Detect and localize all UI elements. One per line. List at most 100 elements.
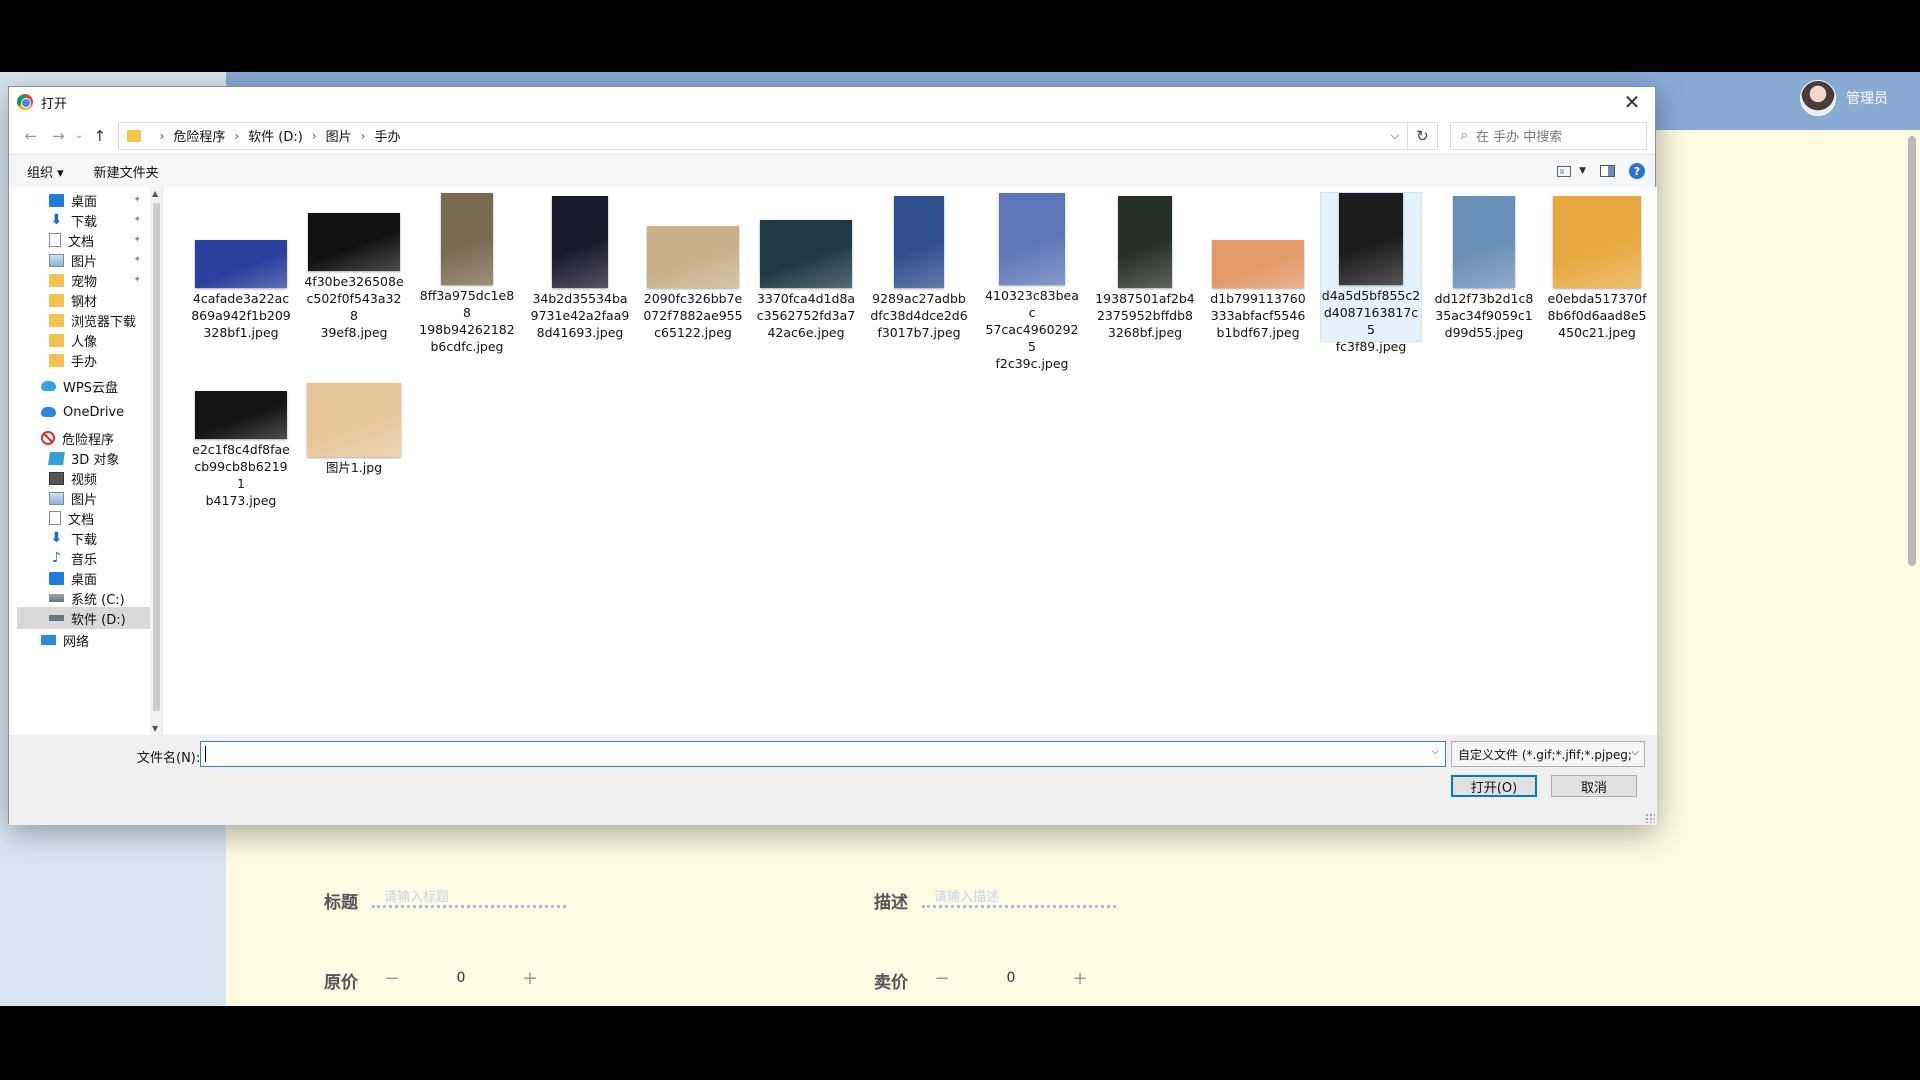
decrement-button[interactable]: −: [378, 968, 406, 989]
file-list: 4cafade3a22ac 869a942f1b209 328bf1.jpeg 4f3…: [173, 187, 1657, 735]
address-dropdown-icon[interactable]: ⌵: [1391, 129, 1399, 143]
organize-menu[interactable]: 组织 ▾: [27, 162, 64, 181]
user-name[interactable]: 管理员: [1846, 88, 1888, 108]
sidebar-item-1[interactable]: 桌面 ✦: [17, 189, 147, 211]
recent-locations-button[interactable]: ⌄: [72, 130, 86, 141]
sidebar-item-label: 图片: [71, 492, 98, 508]
file-item[interactable]: d4a5d5bf855c2 d4087163817c5 fc3f89.jpeg: [1320, 192, 1422, 354]
up-button[interactable]: ↑: [86, 127, 114, 145]
scroll-up-icon[interactable]: ▲: [152, 189, 158, 198]
sale-price-stepper[interactable]: − 0 +: [928, 964, 1094, 992]
sidebar-item-14[interactable]: 视频: [17, 467, 147, 489]
file-thumbnail-frame: [1097, 193, 1193, 288]
original-price-value[interactable]: 0: [406, 970, 516, 986]
sidebar-item-16[interactable]: 文档: [17, 507, 147, 529]
breadcrumb-item[interactable]: 手办: [374, 126, 400, 145]
breadcrumb-item[interactable]: 危险程序: [173, 126, 225, 145]
help-icon[interactable]: ?: [1629, 163, 1645, 179]
file-name-line: 328bf1.jpeg: [203, 325, 279, 340]
file-item[interactable]: 4f30be326508e c502f0f543a328 39ef8.jpeg: [304, 193, 404, 341]
sidebar-item-19[interactable]: 桌面: [17, 567, 147, 589]
breadcrumb-separator[interactable]: ›: [234, 129, 239, 143]
sidebar-item-13[interactable]: 3D 对象: [17, 447, 147, 469]
file-item[interactable]: 图片1.jpg: [304, 361, 404, 509]
sidebar-item-4[interactable]: 图片 ✦: [17, 249, 147, 271]
user-menu[interactable]: 管理员: [1800, 80, 1888, 116]
navigation-scrollbar[interactable]: ▲ ▼: [150, 187, 162, 735]
preview-pane-icon[interactable]: [1600, 165, 1615, 177]
file-name-line: 333abfacf5546: [1210, 308, 1306, 323]
forward-button[interactable]: →: [45, 127, 73, 145]
file-name-line: b6cdfc.jpeg: [430, 339, 504, 354]
file-item[interactable]: 19387501af2b4 2375952bffdb8 3268bf.jpeg: [1095, 193, 1195, 341]
sidebar-item-8[interactable]: 人像: [17, 329, 147, 351]
scroll-down-icon[interactable]: ▼: [152, 724, 158, 733]
avatar[interactable]: [1800, 80, 1836, 116]
breadcrumb-separator[interactable]: ›: [361, 129, 366, 143]
sidebar-item-label: 图片: [71, 254, 98, 270]
sidebar-item-3[interactable]: 文档 ✦: [17, 229, 147, 251]
change-view-button[interactable]: ▼: [1557, 165, 1586, 177]
file-item[interactable]: d1b799113760 333abfacf5546 b1bdf67.jpeg: [1208, 193, 1308, 341]
sidebar-item-18[interactable]: ♪ 音乐: [17, 547, 147, 569]
original-price-stepper[interactable]: − 0 +: [378, 964, 544, 992]
search-input[interactable]: ⌕ 在 手办 中搜索: [1449, 121, 1647, 150]
file-item[interactable]: 410323c83beac 57cac49602925 f2c39c.jpeg: [982, 193, 1082, 371]
file-thumbnail: [552, 196, 608, 288]
dialog-titlebar[interactable]: 打开 ✕: [9, 87, 1655, 117]
description-input[interactable]: 请输入描述: [922, 882, 1116, 908]
file-item[interactable]: dd12f73b2d1c8 35ac34f9059c1 d99d55.jpeg: [1434, 193, 1534, 341]
sidebar-item-12[interactable]: 危险程序: [17, 427, 147, 449]
file-item[interactable]: 34b2d35534ba 9731e42a2faa9 8d41693.jpeg: [530, 193, 630, 341]
address-bar[interactable]: › 危险程序 › 软件 (D:) › 图片 › 手办 ⌵: [117, 121, 1409, 150]
sidebar-item-21[interactable]: 软件 (D:): [17, 607, 155, 629]
breadcrumb-separator[interactable]: ›: [312, 129, 317, 143]
file-thumbnail-frame: [532, 193, 628, 288]
file-item[interactable]: 4cafade3a22ac 869a942f1b209 328bf1.jpeg: [191, 193, 291, 341]
title-input[interactable]: 请输入标题: [372, 882, 566, 908]
refresh-button[interactable]: ↻: [1408, 121, 1438, 150]
resize-grip[interactable]: [1645, 813, 1655, 823]
file-thumbnail: [647, 226, 739, 288]
cancel-button[interactable]: 取消: [1551, 775, 1637, 797]
file-name-line: 57cac49602925: [985, 322, 1079, 354]
sidebar-item-17[interactable]: ⬇ 下载: [17, 527, 147, 549]
file-name: 2090fc326bb7e 072f7882ae955 c65122.jpeg: [643, 290, 743, 341]
pin-icon: ✦: [133, 275, 141, 285]
page-scrollbar[interactable]: [1908, 136, 1916, 566]
increment-button[interactable]: +: [1066, 968, 1094, 989]
breadcrumb-item[interactable]: 图片: [326, 126, 352, 145]
sidebar-item-11[interactable]: OneDrive: [17, 401, 147, 423]
file-item[interactable]: 8ff3a975dc1e88 198b94262182 b6cdfc.jpeg: [417, 193, 517, 354]
filetype-select[interactable]: 自定义文件 (*.gif;*.jfif;*.pjpeg; ⌵: [1451, 741, 1645, 767]
new-folder-button[interactable]: 新建文件夹: [94, 162, 159, 181]
chevron-down-icon[interactable]: ⌵: [1431, 746, 1439, 757]
sidebar-item-9[interactable]: 手办: [17, 349, 147, 371]
sidebar-item-20[interactable]: 系统 (C:): [17, 587, 147, 609]
sidebar-item-22[interactable]: 网络: [17, 629, 147, 651]
increment-button[interactable]: +: [516, 968, 544, 989]
file-item[interactable]: e0ebda517370f 8b6f0d6aad8e5 450c21.jpeg: [1547, 193, 1647, 341]
decrement-button[interactable]: −: [928, 968, 956, 989]
close-button[interactable]: ✕: [1609, 87, 1655, 117]
sidebar-item-15[interactable]: 图片: [17, 487, 147, 509]
breadcrumb-item[interactable]: 软件 (D:): [248, 126, 303, 145]
sidebar-item-5[interactable]: 宠物 ✦: [17, 269, 147, 291]
filename-input[interactable]: ⌵: [200, 741, 1446, 767]
open-button[interactable]: 打开(O): [1451, 775, 1537, 797]
file-thumbnail-frame: [306, 193, 402, 271]
file-item[interactable]: 9289ac27adbb dfc38d4dce2d6 f3017b7.jpeg: [869, 193, 969, 341]
sidebar-item-6[interactable]: 钢材: [17, 289, 147, 311]
file-name-line: d99d55.jpeg: [1444, 325, 1524, 340]
sale-price-value[interactable]: 0: [956, 970, 1066, 986]
back-button[interactable]: ←: [17, 127, 45, 145]
file-name: 9289ac27adbb dfc38d4dce2d6 f3017b7.jpeg: [869, 290, 969, 341]
scrollbar-thumb[interactable]: [153, 203, 160, 711]
sidebar-item-10[interactable]: WPS云盘: [17, 375, 147, 397]
file-item[interactable]: 2090fc326bb7e 072f7882ae955 c65122.jpeg: [643, 193, 743, 341]
file-item[interactable]: e2c1f8c4df8fae cb99cb8b62191 b4173.jpeg: [191, 361, 291, 509]
sidebar-item-2[interactable]: ⬇ 下载 ✦: [17, 209, 147, 231]
file-item[interactable]: 3370fca4d1d8a c3562752fd3a7 42ac6e.jpeg: [756, 193, 856, 341]
video-icon: [49, 471, 64, 485]
sidebar-item-7[interactable]: 浏览器下载: [17, 309, 147, 331]
